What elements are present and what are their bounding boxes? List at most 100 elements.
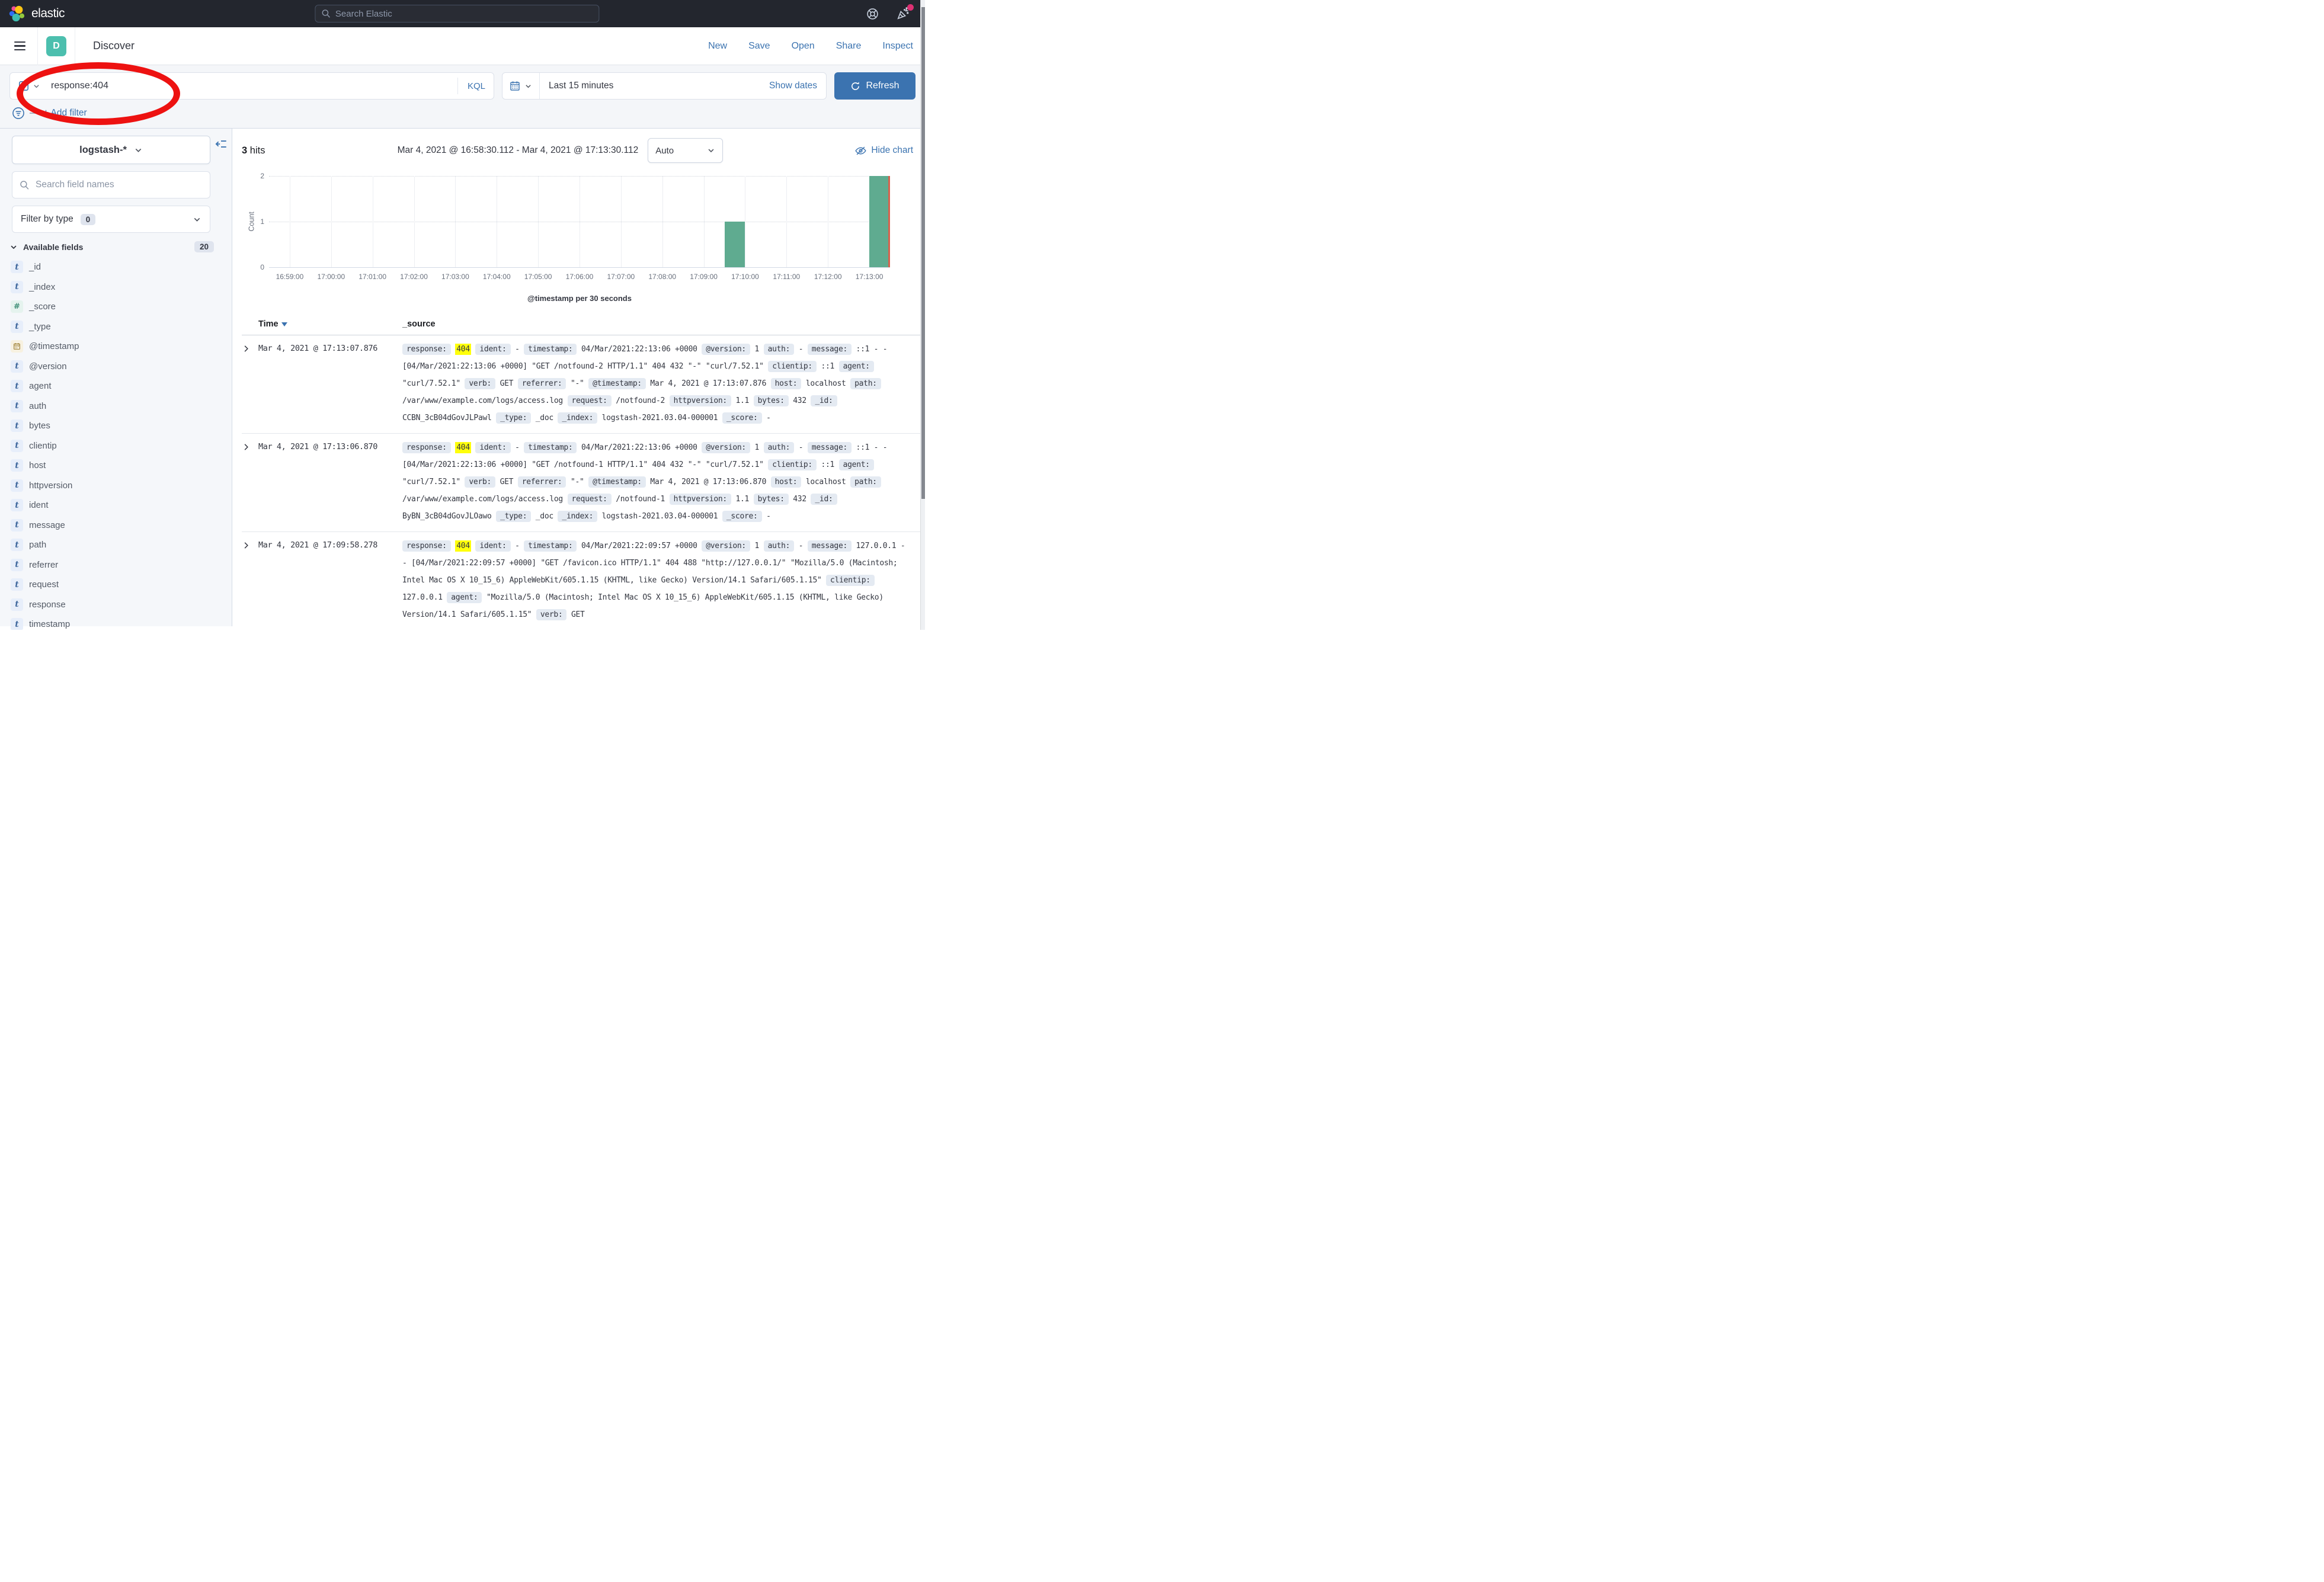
elastic-logo[interactable]: elastic [8, 5, 65, 23]
field-pill: host: [771, 476, 802, 488]
plot-area[interactable]: 012 [269, 176, 890, 268]
field-type-text-icon: t [11, 479, 23, 492]
field-pill: clientip: [768, 361, 817, 372]
global-search-input[interactable]: Search Elastic [315, 5, 599, 23]
field-type-text-icon: t [11, 380, 23, 392]
nav-action-open[interactable]: Open [792, 41, 815, 52]
field-pill: auth: [764, 442, 795, 453]
expand-row-icon[interactable] [242, 341, 258, 353]
time-picker-quick-menu[interactable] [502, 73, 540, 99]
query-bar-section: response:404 KQL [0, 65, 925, 128]
field-pill: clientip: [768, 459, 817, 470]
field-item-agent[interactable]: tagent [0, 376, 232, 396]
field-name: agent [29, 381, 52, 391]
field-name: _id [29, 262, 41, 272]
highlighted-value: 404 [455, 442, 471, 453]
field-item-_score[interactable]: #_score [0, 297, 232, 317]
field-type-text-icon: t [11, 419, 23, 432]
query-text[interactable]: response:404 [51, 81, 108, 91]
field-pill: @version: [702, 540, 750, 552]
global-search-placeholder: Search Elastic [335, 9, 392, 19]
field-item-@version[interactable]: t@version [0, 357, 232, 377]
x-tick-label: 17:10:00 [731, 273, 759, 281]
eye-closed-icon [855, 145, 866, 156]
y-tick-label: 1 [254, 217, 264, 226]
available-fields-header[interactable]: Available fields 20 [9, 241, 214, 252]
field-pill: @timestamp: [588, 378, 646, 389]
field-name: @version [29, 361, 67, 372]
filter-by-type-select[interactable]: Filter by type 0 [12, 206, 210, 233]
nav-action-share[interactable]: Share [836, 41, 862, 52]
x-tick-label: 17:11:00 [773, 273, 800, 281]
query-input[interactable]: response:404 KQL [9, 72, 494, 100]
chart-time-range: Mar 4, 2021 @ 16:58:30.112 - Mar 4, 2021… [398, 145, 639, 156]
expand-row-icon[interactable] [242, 537, 258, 550]
search-icon [321, 9, 331, 18]
filter-icon[interactable] [12, 107, 25, 120]
field-item-_type[interactable]: t_type [0, 317, 232, 337]
chevron-down-icon [707, 146, 715, 155]
saved-query-icon[interactable] [18, 81, 29, 91]
field-item-timestamp[interactable]: ttimestamp [0, 614, 232, 630]
time-column-header[interactable]: Time [258, 319, 402, 329]
field-item-path[interactable]: tpath [0, 535, 232, 555]
app-nav-bar: D Discover NewSaveOpenShareInspect [0, 27, 925, 65]
field-item-request[interactable]: trequest [0, 575, 232, 595]
field-pill: _index: [558, 511, 597, 522]
field-type-text-icon: t [11, 499, 23, 511]
field-item-auth[interactable]: tauth [0, 396, 232, 417]
field-pill: verb: [465, 378, 495, 389]
field-item-ident[interactable]: tident [0, 495, 232, 515]
time-picker[interactable]: Last 15 minutes Show dates [502, 72, 827, 100]
hide-chart-label: Hide chart [871, 145, 913, 156]
collapse-sidebar-icon[interactable] [215, 138, 227, 150]
field-name: _score [29, 302, 56, 312]
chevron-down-icon[interactable] [33, 82, 40, 90]
hits-label: hits [250, 145, 265, 156]
scrollbar[interactable] [920, 0, 925, 630]
field-pill: referrer: [518, 476, 566, 488]
histogram-bar[interactable] [869, 176, 890, 267]
field-pill: agent: [447, 592, 482, 603]
hide-chart-button[interactable]: Hide chart [855, 145, 913, 156]
x-tick-label: 17:04:00 [483, 273, 511, 281]
field-item-_index[interactable]: t_index [0, 277, 232, 297]
field-name: _index [29, 282, 55, 292]
help-icon[interactable] [866, 8, 879, 20]
nav-action-new[interactable]: New [708, 41, 727, 52]
field-item-host[interactable]: thost [0, 456, 232, 476]
field-search-input[interactable]: Search field names [12, 171, 210, 198]
hits-row: 3 hits Mar 4, 2021 @ 16:58:30.112 - Mar … [232, 129, 925, 163]
field-pill: httpversion: [670, 395, 731, 406]
field-pill: bytes: [754, 494, 789, 505]
x-gridline [538, 176, 539, 267]
field-pill: clientip: [826, 575, 875, 586]
refresh-button[interactable]: Refresh [834, 72, 915, 100]
field-item-@timestamp[interactable]: @timestamp [0, 337, 232, 357]
field-item-httpversion[interactable]: thttpversion [0, 476, 232, 496]
highlighted-value: 404 [455, 344, 471, 355]
scrollbar-thumb[interactable] [921, 7, 925, 499]
field-item-response[interactable]: tresponse [0, 595, 232, 615]
add-filter-button[interactable]: + Add filter [43, 108, 87, 119]
hits-total: 3 hits [242, 145, 265, 156]
nav-action-save[interactable]: Save [748, 41, 770, 52]
field-name: auth [29, 401, 46, 411]
field-item-bytes[interactable]: tbytes [0, 416, 232, 436]
newsfeed-icon[interactable] [897, 7, 910, 20]
menu-icon[interactable] [11, 39, 29, 53]
show-dates-button[interactable]: Show dates [769, 81, 817, 91]
index-pattern-select[interactable]: logstash-* [12, 136, 210, 164]
field-item-referrer[interactable]: treferrer [0, 555, 232, 575]
field-item-clientip[interactable]: tclientip [0, 436, 232, 456]
nav-action-inspect[interactable]: Inspect [882, 41, 913, 52]
field-item-message[interactable]: tmessage [0, 515, 232, 536]
field-item-_id[interactable]: t_id [0, 257, 232, 277]
query-language-button[interactable]: KQL [457, 78, 485, 94]
histogram-bar[interactable] [725, 222, 745, 267]
interval-select[interactable]: Auto [648, 138, 723, 163]
field-name: referrer [29, 560, 58, 570]
interval-value: Auto [655, 146, 674, 156]
expand-row-icon[interactable] [242, 439, 258, 451]
time-range-value[interactable]: Last 15 minutes [549, 81, 613, 91]
